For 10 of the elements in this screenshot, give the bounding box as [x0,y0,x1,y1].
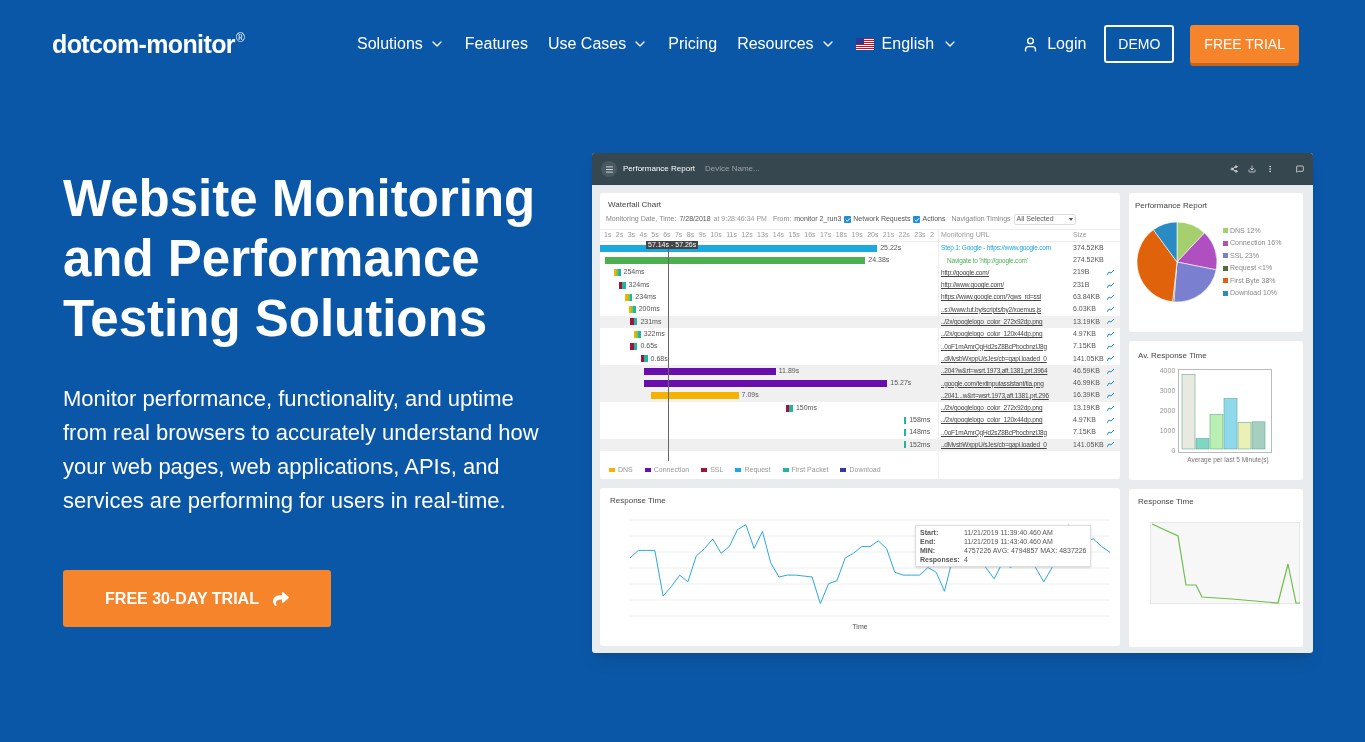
card-title: Response Time [610,495,667,507]
registered-mark: ® [235,31,245,44]
card-title: Performance Report [1135,200,1209,212]
report-title: Performance Report [623,163,696,175]
hero-title: Website Monitoring and Performance Testing Solutions [63,169,537,349]
hero-text: Monitor performance, functionality, and uptime from real browsers to accurately understand how your web pages, web applications, APIs, and services are performing for users in real-time. [63,385,540,515]
device-name: Device Name... [705,163,760,175]
card-title: Waterfall Chart [608,199,663,211]
card-title: Av. Response Time [1138,350,1208,362]
card-title: Response Time [1138,496,1195,508]
